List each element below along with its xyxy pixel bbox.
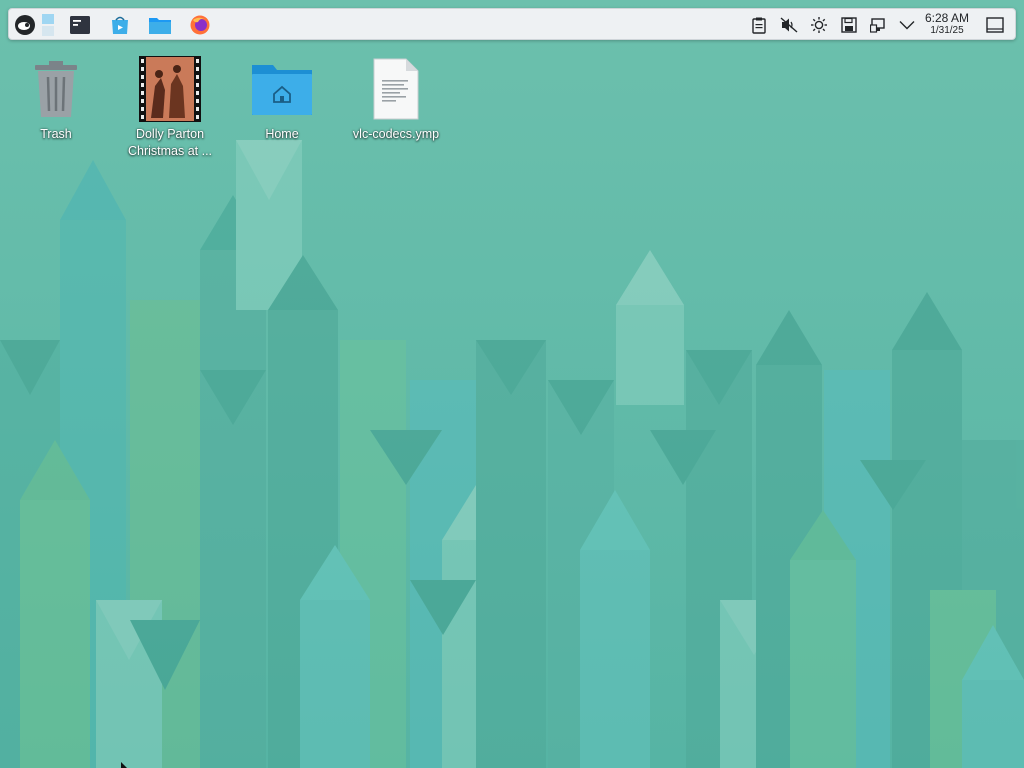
desktop-item-document[interactable]: vlc-codecs.ymp	[346, 54, 446, 143]
software-center-icon[interactable]	[107, 12, 133, 38]
clock-time: 6:28 AM	[924, 11, 970, 25]
trash-icon	[6, 54, 106, 124]
show-desktop-icon[interactable]	[985, 15, 1005, 35]
desktop-item-home[interactable]: Home	[232, 54, 332, 143]
desktop-item-label: Trash	[40, 127, 72, 141]
firefox-icon[interactable]	[187, 12, 213, 38]
desktop-item-video[interactable]: Dolly Parton Christmas at ...	[120, 54, 220, 160]
home-folder-icon	[232, 54, 332, 124]
opensuse-menu-icon[interactable]	[12, 12, 38, 38]
terminal-icon[interactable]	[67, 12, 93, 38]
pager-icon[interactable]	[38, 12, 58, 38]
file-manager-icon[interactable]	[147, 12, 173, 38]
desktop-item-label: Dolly Parton Christmas at ...	[127, 127, 213, 158]
desktop-item-label: vlc-codecs.ymp	[352, 127, 440, 141]
video-thumbnail-icon	[120, 54, 220, 124]
clock[interactable]: 6:28 AM 1/31/25	[921, 12, 973, 36]
clipboard-icon[interactable]	[749, 15, 769, 35]
mouse-cursor	[121, 762, 127, 768]
save-disk-icon[interactable]	[839, 15, 859, 35]
volume-muted-icon[interactable]	[779, 15, 799, 35]
desktop-item-trash[interactable]: Trash	[6, 54, 106, 143]
top-panel: 6:28 AM 1/31/25	[8, 8, 1016, 40]
clock-date: 1/31/25	[930, 25, 964, 36]
chevron-down-icon[interactable]	[897, 15, 917, 35]
desktop-item-label: Home	[265, 127, 299, 141]
document-icon	[346, 54, 446, 124]
brightness-icon[interactable]	[809, 15, 829, 35]
network-icon[interactable]	[869, 15, 889, 35]
